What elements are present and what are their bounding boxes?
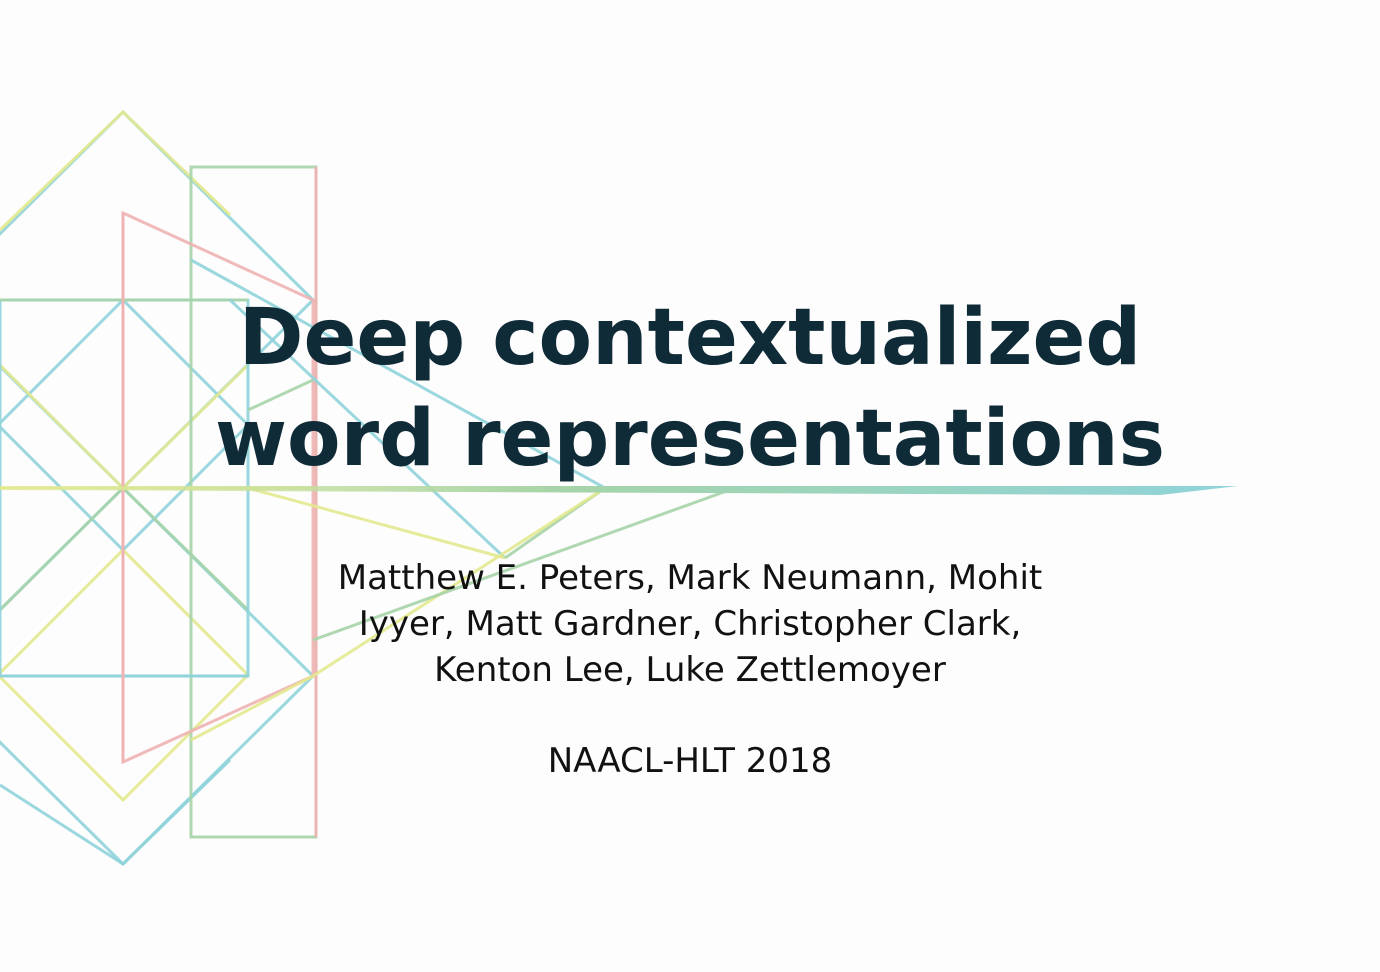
venue-label: NAACL-HLT 2018 [547,741,833,781]
title-line-2: word representations [214,394,1165,484]
title-slide: Deep contextualized word representations… [0,0,1380,972]
title-line-1: Deep contextualized [238,293,1142,383]
author-list: Matthew E. Peters, Mark Neumann, Mohit I… [0,555,1380,693]
slide-title: Deep contextualized word representations [0,288,1380,490]
author-line-3: Kenton Lee, Luke Zettlemoyer [434,650,946,690]
author-line-1: Matthew E. Peters, Mark Neumann, Mohit [337,558,1043,598]
author-line-2: Iyyer, Matt Gardner, Christopher Clark, [358,604,1022,644]
